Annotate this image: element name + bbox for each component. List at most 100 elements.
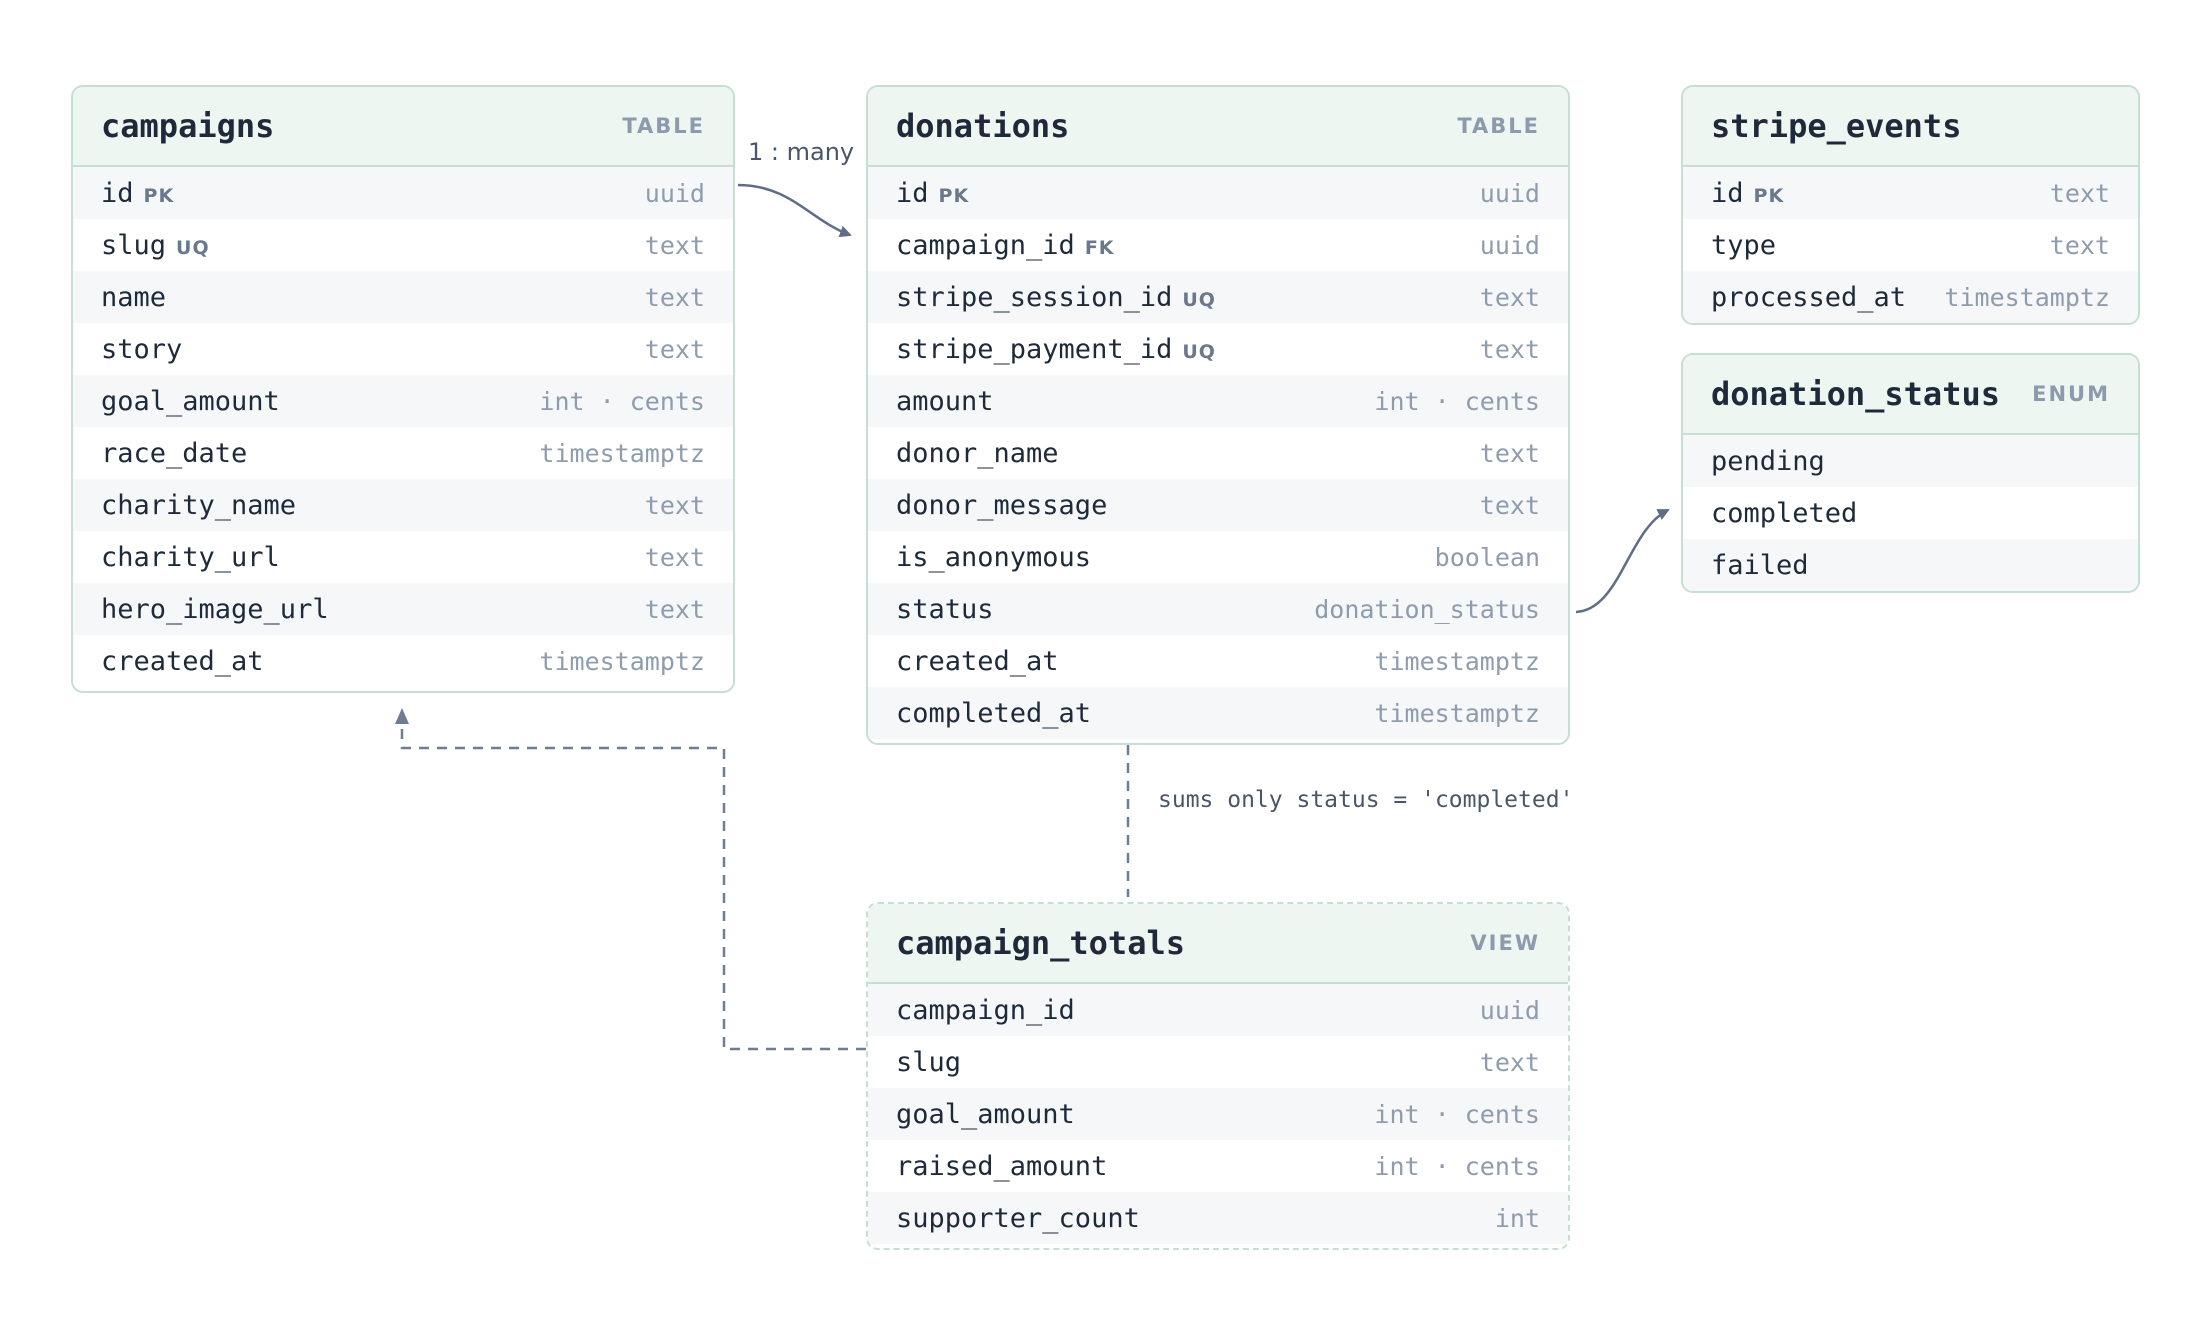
column-row[interactable]: id PK uuid bbox=[73, 167, 733, 219]
column-list: id PK text type text processed_at timestamptz bbox=[1683, 167, 2138, 323]
campaigns-table[interactable]: campaigns TABLE id PK uuid slug UQ text name text… bbox=[71, 85, 735, 693]
column-type: text bbox=[644, 230, 705, 260]
column-type: uuid bbox=[644, 178, 705, 208]
completed-filter-label: sums only status = 'completed' bbox=[1158, 787, 1574, 813]
column-name-group: id PK bbox=[896, 178, 969, 209]
column-name: charity_url bbox=[101, 541, 280, 573]
column-row[interactable]: campaign_id uuid bbox=[868, 984, 1568, 1036]
column-name-group: stripe_payment_id UQ bbox=[896, 334, 1216, 365]
column-row[interactable]: raised_amount int · cents bbox=[868, 1140, 1568, 1192]
column-name-group: id PK bbox=[1711, 178, 1784, 209]
column-row[interactable]: race_date timestamptz bbox=[73, 427, 733, 479]
donation-status-enum[interactable]: donation_status ENUM pending completed faile… bbox=[1681, 353, 2140, 593]
key-badge: UQ bbox=[176, 236, 210, 259]
column-row[interactable]: goal_amount int · cents bbox=[868, 1088, 1568, 1140]
column-row[interactable]: supporter_count int bbox=[868, 1192, 1568, 1244]
column-name-group: charity_name bbox=[101, 490, 296, 521]
column-type: int bbox=[1494, 1203, 1540, 1233]
column-type: text bbox=[1479, 490, 1540, 520]
column-name: charity_name bbox=[101, 489, 297, 521]
column-name-group: failed bbox=[1711, 550, 1809, 581]
column-list: pending completed failed bbox=[1683, 435, 2138, 591]
column-row[interactable]: amount int · cents bbox=[868, 375, 1568, 427]
column-name: goal_amount bbox=[896, 1098, 1075, 1130]
column-row[interactable]: goal_amount int · cents bbox=[73, 375, 733, 427]
column-name: supporter_count bbox=[896, 1202, 1140, 1234]
column-name-group: slug UQ bbox=[101, 230, 210, 261]
column-name: id bbox=[1711, 177, 1744, 209]
column-name: raised_amount bbox=[896, 1150, 1108, 1182]
column-name: id bbox=[101, 177, 134, 209]
column-row[interactable]: donor_name text bbox=[868, 427, 1568, 479]
column-type: uuid bbox=[1479, 995, 1540, 1025]
column-name: created_at bbox=[101, 645, 264, 677]
column-row[interactable]: created_at timestamptz bbox=[73, 635, 733, 687]
column-type: uuid bbox=[1479, 178, 1540, 208]
column-name: story bbox=[101, 333, 183, 365]
column-name: processed_at bbox=[1711, 281, 1907, 313]
donations-table[interactable]: donations TABLE id PK uuid campaign_id FK uuid s… bbox=[866, 85, 1570, 745]
column-name: stripe_session_id bbox=[896, 281, 1173, 313]
column-row[interactable]: completed bbox=[1683, 487, 2138, 539]
column-name: pending bbox=[1711, 445, 1825, 477]
column-name: race_date bbox=[101, 437, 248, 469]
column-type: int · cents bbox=[1374, 386, 1540, 416]
column-name-group: goal_amount bbox=[896, 1099, 1075, 1130]
column-row[interactable]: processed_at timestamptz bbox=[1683, 271, 2138, 323]
column-row[interactable]: stripe_payment_id UQ text bbox=[868, 323, 1568, 375]
column-row[interactable]: story text bbox=[73, 323, 733, 375]
column-type: text bbox=[1479, 282, 1540, 312]
column-name: name bbox=[101, 281, 167, 313]
column-type: timestamptz bbox=[1944, 282, 2110, 312]
column-row[interactable]: id PK text bbox=[1683, 167, 2138, 219]
entity-kind-label: ENUM bbox=[2032, 382, 2110, 406]
column-row[interactable]: type text bbox=[1683, 219, 2138, 271]
column-name: id bbox=[896, 177, 929, 209]
stripe-events-table[interactable]: stripe_events id PK text type text processed_a… bbox=[1681, 85, 2140, 325]
column-row[interactable]: pending bbox=[1683, 435, 2138, 487]
column-row[interactable]: name text bbox=[73, 271, 733, 323]
column-name-group: created_at bbox=[896, 646, 1059, 677]
column-type: int · cents bbox=[1374, 1099, 1540, 1129]
column-row[interactable]: status donation_status bbox=[868, 583, 1568, 635]
campaign-totals-title: campaign_totals bbox=[896, 924, 1185, 962]
key-badge: UQ bbox=[1182, 288, 1216, 311]
column-name-group: raised_amount bbox=[896, 1151, 1107, 1182]
column-name-group: id PK bbox=[101, 178, 174, 209]
column-row[interactable]: created_at timestamptz bbox=[868, 635, 1568, 687]
column-name-group: supporter_count bbox=[896, 1203, 1140, 1234]
column-row[interactable]: id PK uuid bbox=[868, 167, 1568, 219]
column-row[interactable]: completed_at timestamptz bbox=[868, 687, 1568, 739]
column-row[interactable]: slug UQ text bbox=[73, 219, 733, 271]
column-type: text bbox=[644, 282, 705, 312]
column-name-group: stripe_session_id UQ bbox=[896, 282, 1216, 313]
key-badge: UQ bbox=[1182, 340, 1216, 363]
column-name: stripe_payment_id bbox=[896, 333, 1173, 365]
column-list: campaign_id uuid slug text goal_amount int · … bbox=[868, 984, 1568, 1244]
campaign-totals-view[interactable]: campaign_totals VIEW campaign_id uuid slug te… bbox=[866, 902, 1570, 1250]
column-type: int · cents bbox=[1374, 1151, 1540, 1181]
column-row[interactable]: campaign_id FK uuid bbox=[868, 219, 1568, 271]
entity-kind-label: VIEW bbox=[1470, 931, 1540, 955]
column-name: completed bbox=[1711, 497, 1858, 529]
column-type: text bbox=[1479, 438, 1540, 468]
column-type: text bbox=[644, 334, 705, 364]
column-row[interactable]: charity_name text bbox=[73, 479, 733, 531]
key-badge: FK bbox=[1084, 236, 1115, 259]
key-badge: PK bbox=[1753, 184, 1785, 207]
column-name-group: amount bbox=[896, 386, 994, 417]
one-to-many-label: 1 : many bbox=[748, 138, 855, 166]
column-row[interactable]: donor_message text bbox=[868, 479, 1568, 531]
column-row[interactable]: stripe_session_id UQ text bbox=[868, 271, 1568, 323]
column-type: timestamptz bbox=[539, 646, 705, 676]
column-row[interactable]: charity_url text bbox=[73, 531, 733, 583]
entity-header: campaign_totals VIEW bbox=[868, 904, 1568, 984]
column-row[interactable]: hero_image_url text bbox=[73, 583, 733, 635]
status-to-enum-edge bbox=[1575, 508, 1670, 614]
entity-kind-label: TABLE bbox=[622, 114, 705, 138]
column-row[interactable]: slug text bbox=[868, 1036, 1568, 1088]
column-row[interactable]: is_anonymous boolean bbox=[868, 531, 1568, 583]
column-name-group: completed_at bbox=[896, 698, 1091, 729]
column-name: slug bbox=[101, 229, 167, 261]
column-row[interactable]: failed bbox=[1683, 539, 2138, 591]
